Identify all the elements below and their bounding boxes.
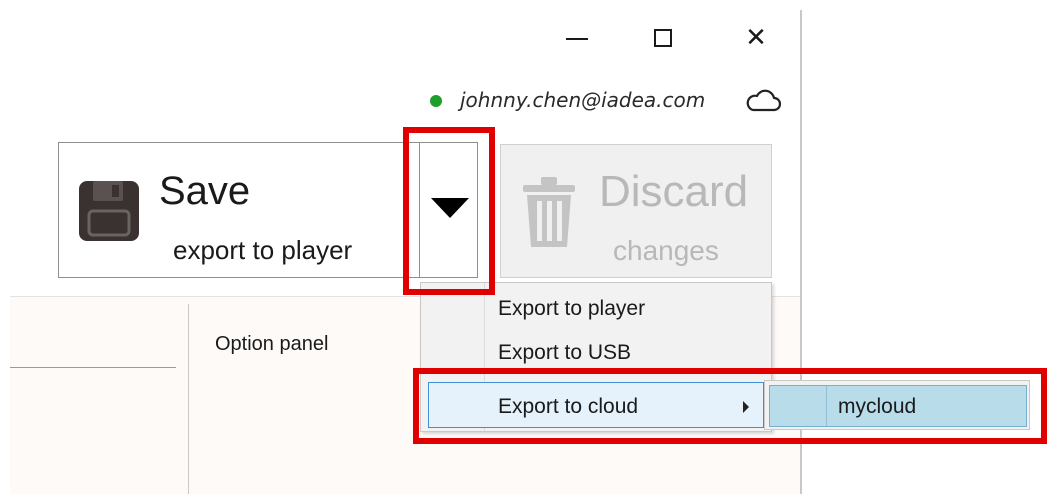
close-icon: ✕ <box>745 23 767 53</box>
minimize-icon <box>566 38 588 40</box>
online-status-dot <box>430 95 442 107</box>
save-title: Save <box>159 169 251 213</box>
menu-item-export-to-player[interactable]: Export to player <box>498 297 645 321</box>
discard-title: Discard <box>599 167 749 216</box>
cloud-icon[interactable] <box>745 88 781 114</box>
menu-item-export-to-usb[interactable]: Export to USB <box>498 341 631 365</box>
app-window: ✕ johnny.chen@iadea.com Save export to p… <box>0 0 1054 494</box>
panel-divider-horizontal <box>10 367 176 368</box>
account-email[interactable]: johnny.chen@iadea.com <box>460 88 705 112</box>
highlight-box-export-to-cloud <box>413 368 1047 444</box>
trash-icon <box>523 177 575 247</box>
option-panel-label: Option panel <box>215 333 329 355</box>
discard-subtitle: changes <box>613 235 719 266</box>
maximize-button[interactable] <box>643 18 683 58</box>
highlight-box-dropdown-arrow <box>403 127 495 295</box>
panel-divider-vertical <box>188 304 189 494</box>
minimize-button[interactable] <box>557 18 597 58</box>
save-subtitle: export to player <box>173 235 353 265</box>
maximize-icon <box>654 29 672 47</box>
discard-button[interactable]: Discard changes <box>500 144 772 278</box>
close-button[interactable]: ✕ <box>736 18 776 58</box>
floppy-disk-icon <box>79 181 139 241</box>
